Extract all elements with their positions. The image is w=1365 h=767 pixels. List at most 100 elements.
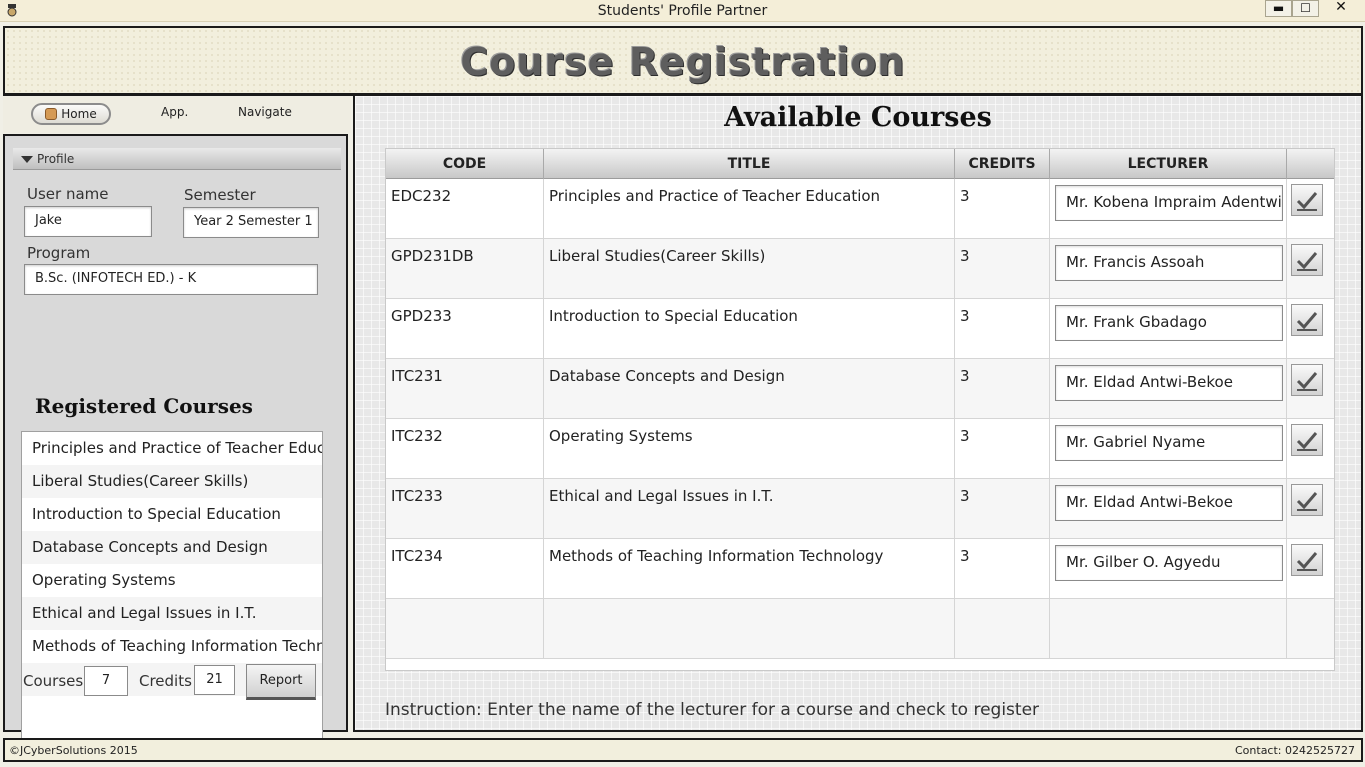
empty-cell — [1287, 599, 1334, 659]
register-check-button[interactable] — [1291, 244, 1323, 276]
lecturer-cell: Mr. Gilber O. Agyedu — [1050, 539, 1287, 599]
column-header-title[interactable]: TITLE — [544, 149, 955, 179]
table-row: ITC231 Database Concepts and Design 3 Mr. E… — [386, 359, 1334, 419]
code-cell: ITC233 — [386, 479, 544, 539]
checkmark-icon — [1296, 552, 1318, 571]
page-header: Course Registration — [3, 26, 1363, 96]
lecturer-input[interactable]: Mr. Frank Gbadago — [1055, 305, 1283, 341]
empty-cell — [544, 599, 955, 659]
lecturer-cell: Mr. Kobena Impraim Adentwi — [1050, 179, 1287, 239]
lecturer-input[interactable]: Mr. Eldad Antwi-Bekoe — [1055, 365, 1283, 401]
table-header: CODE TITLE CREDITS LECTURER — [386, 149, 1334, 179]
register-cell — [1287, 299, 1334, 359]
register-cell — [1287, 239, 1334, 299]
username-label: User name — [27, 185, 109, 203]
empty-cell — [1050, 599, 1287, 659]
empty-cell — [955, 599, 1050, 659]
column-header-action — [1287, 149, 1334, 179]
lecturer-input[interactable]: Mr. Kobena Impraim Adentwi — [1055, 185, 1283, 221]
lecturer-input[interactable]: Mr. Gabriel Nyame — [1055, 425, 1283, 461]
credits-label: Credits — [139, 672, 192, 690]
checkmark-icon — [1296, 312, 1318, 331]
lecturer-input[interactable]: Mr. Eldad Antwi-Bekoe — [1055, 485, 1283, 521]
register-check-button[interactable] — [1291, 184, 1323, 216]
hand-icon — [45, 108, 58, 120]
credits-cell: 3 — [955, 539, 1050, 599]
nav-bar: Home App. Navigate — [3, 97, 351, 133]
checkmark-icon — [1296, 372, 1318, 391]
credits-cell: 3 — [955, 179, 1050, 239]
home-label: Home — [61, 107, 97, 121]
courses-count-field[interactable]: 7 — [84, 666, 128, 696]
table-row — [386, 599, 1334, 659]
list-item[interactable]: Operating Systems — [22, 564, 322, 597]
register-cell — [1287, 539, 1334, 599]
home-button[interactable]: Home — [31, 103, 111, 125]
list-item[interactable]: Methods of Teaching Information Technolo… — [22, 630, 322, 663]
column-header-credits[interactable]: CREDITS — [955, 149, 1050, 179]
page-title: Course Registration — [460, 40, 906, 84]
list-item[interactable]: Database Concepts and Design — [22, 531, 322, 564]
title-cell: Ethical and Legal Issues in I.T. — [544, 479, 955, 539]
title-cell: Principles and Practice of Teacher Educa… — [544, 179, 955, 239]
registered-courses-list[interactable]: Principles and Practice of Teacher Educa… — [21, 431, 323, 761]
lecturer-cell: Mr. Francis Assoah — [1050, 239, 1287, 299]
table-row: GPD231DB Liberal Studies(Career Skills) 3 M… — [386, 239, 1334, 299]
register-cell — [1287, 419, 1334, 479]
register-check-button[interactable] — [1291, 364, 1323, 396]
list-item[interactable]: Principles and Practice of Teacher Educa… — [22, 432, 322, 465]
report-button[interactable]: Report — [246, 664, 316, 700]
list-item[interactable]: Liberal Studies(Career Skills) — [22, 465, 322, 498]
minimize-button[interactable]: ▬ — [1265, 0, 1292, 17]
code-cell: GPD231DB — [386, 239, 544, 299]
semester-field[interactable]: Year 2 Semester 1 — [183, 207, 319, 238]
lecturer-input[interactable]: Mr. Gilber O. Agyedu — [1055, 545, 1283, 581]
register-check-button[interactable] — [1291, 484, 1323, 516]
register-cell — [1287, 359, 1334, 419]
contact-text: Contact: 0242525727 — [1235, 744, 1355, 757]
program-field[interactable]: B.Sc. (INFOTECH ED.) - K — [24, 264, 318, 295]
code-cell: ITC231 — [386, 359, 544, 419]
checkmark-icon — [1296, 492, 1318, 511]
courses-table: CODE TITLE CREDITS LECTURER EDC232 Princi… — [385, 148, 1335, 671]
maximize-button[interactable]: ☐ — [1292, 0, 1319, 17]
checkmark-icon — [1296, 252, 1318, 271]
credits-cell: 3 — [955, 299, 1050, 359]
menu-navigate[interactable]: Navigate — [238, 105, 292, 119]
register-check-button[interactable] — [1291, 544, 1323, 576]
checkmark-icon — [1296, 432, 1318, 451]
semester-label: Semester — [184, 186, 256, 204]
empty-cell — [386, 599, 544, 659]
title-cell: Introduction to Special Education — [544, 299, 955, 359]
column-header-lecturer[interactable]: LECTURER — [1050, 149, 1287, 179]
list-item[interactable]: Ethical and Legal Issues in I.T. — [22, 597, 322, 630]
profile-section-label: Profile — [37, 152, 75, 166]
status-footer: ©JCyberSolutions 2015 Contact: 024252572… — [3, 738, 1363, 762]
window-titlebar: Students' Profile Partner ▬ ☐ ✕ — [0, 0, 1365, 22]
title-cell: Liberal Studies(Career Skills) — [544, 239, 955, 299]
code-cell: ITC232 — [386, 419, 544, 479]
close-button[interactable]: ✕ — [1319, 0, 1363, 17]
credits-cell: 3 — [955, 359, 1050, 419]
lecturer-cell: Mr. Eldad Antwi-Bekoe — [1050, 359, 1287, 419]
list-item[interactable]: Introduction to Special Education — [22, 498, 322, 531]
menu-app[interactable]: App. — [161, 105, 188, 119]
credits-count-field[interactable]: 21 — [194, 665, 235, 695]
username-field[interactable]: Jake — [24, 206, 152, 237]
register-check-button[interactable] — [1291, 424, 1323, 456]
credits-cell: 3 — [955, 239, 1050, 299]
title-cell: Database Concepts and Design — [544, 359, 955, 419]
register-check-button[interactable] — [1291, 304, 1323, 336]
table-row: ITC232 Operating Systems 3 Mr. Gabriel Nyam… — [386, 419, 1334, 479]
lecturer-input[interactable]: Mr. Francis Assoah — [1055, 245, 1283, 281]
window-title: Students' Profile Partner — [597, 3, 768, 19]
column-header-code[interactable]: CODE — [386, 149, 544, 179]
credits-cell: 3 — [955, 479, 1050, 539]
code-cell: ITC234 — [386, 539, 544, 599]
title-cell: Methods of Teaching Information Technolo… — [544, 539, 955, 599]
available-courses-title: Available Courses — [724, 102, 992, 133]
title-cell: Operating Systems — [544, 419, 955, 479]
collapse-triangle-icon — [21, 156, 33, 163]
available-courses-panel: Available Courses CODE TITLE CREDITS LEC… — [353, 96, 1363, 732]
profile-section-header[interactable]: Profile — [13, 148, 341, 170]
